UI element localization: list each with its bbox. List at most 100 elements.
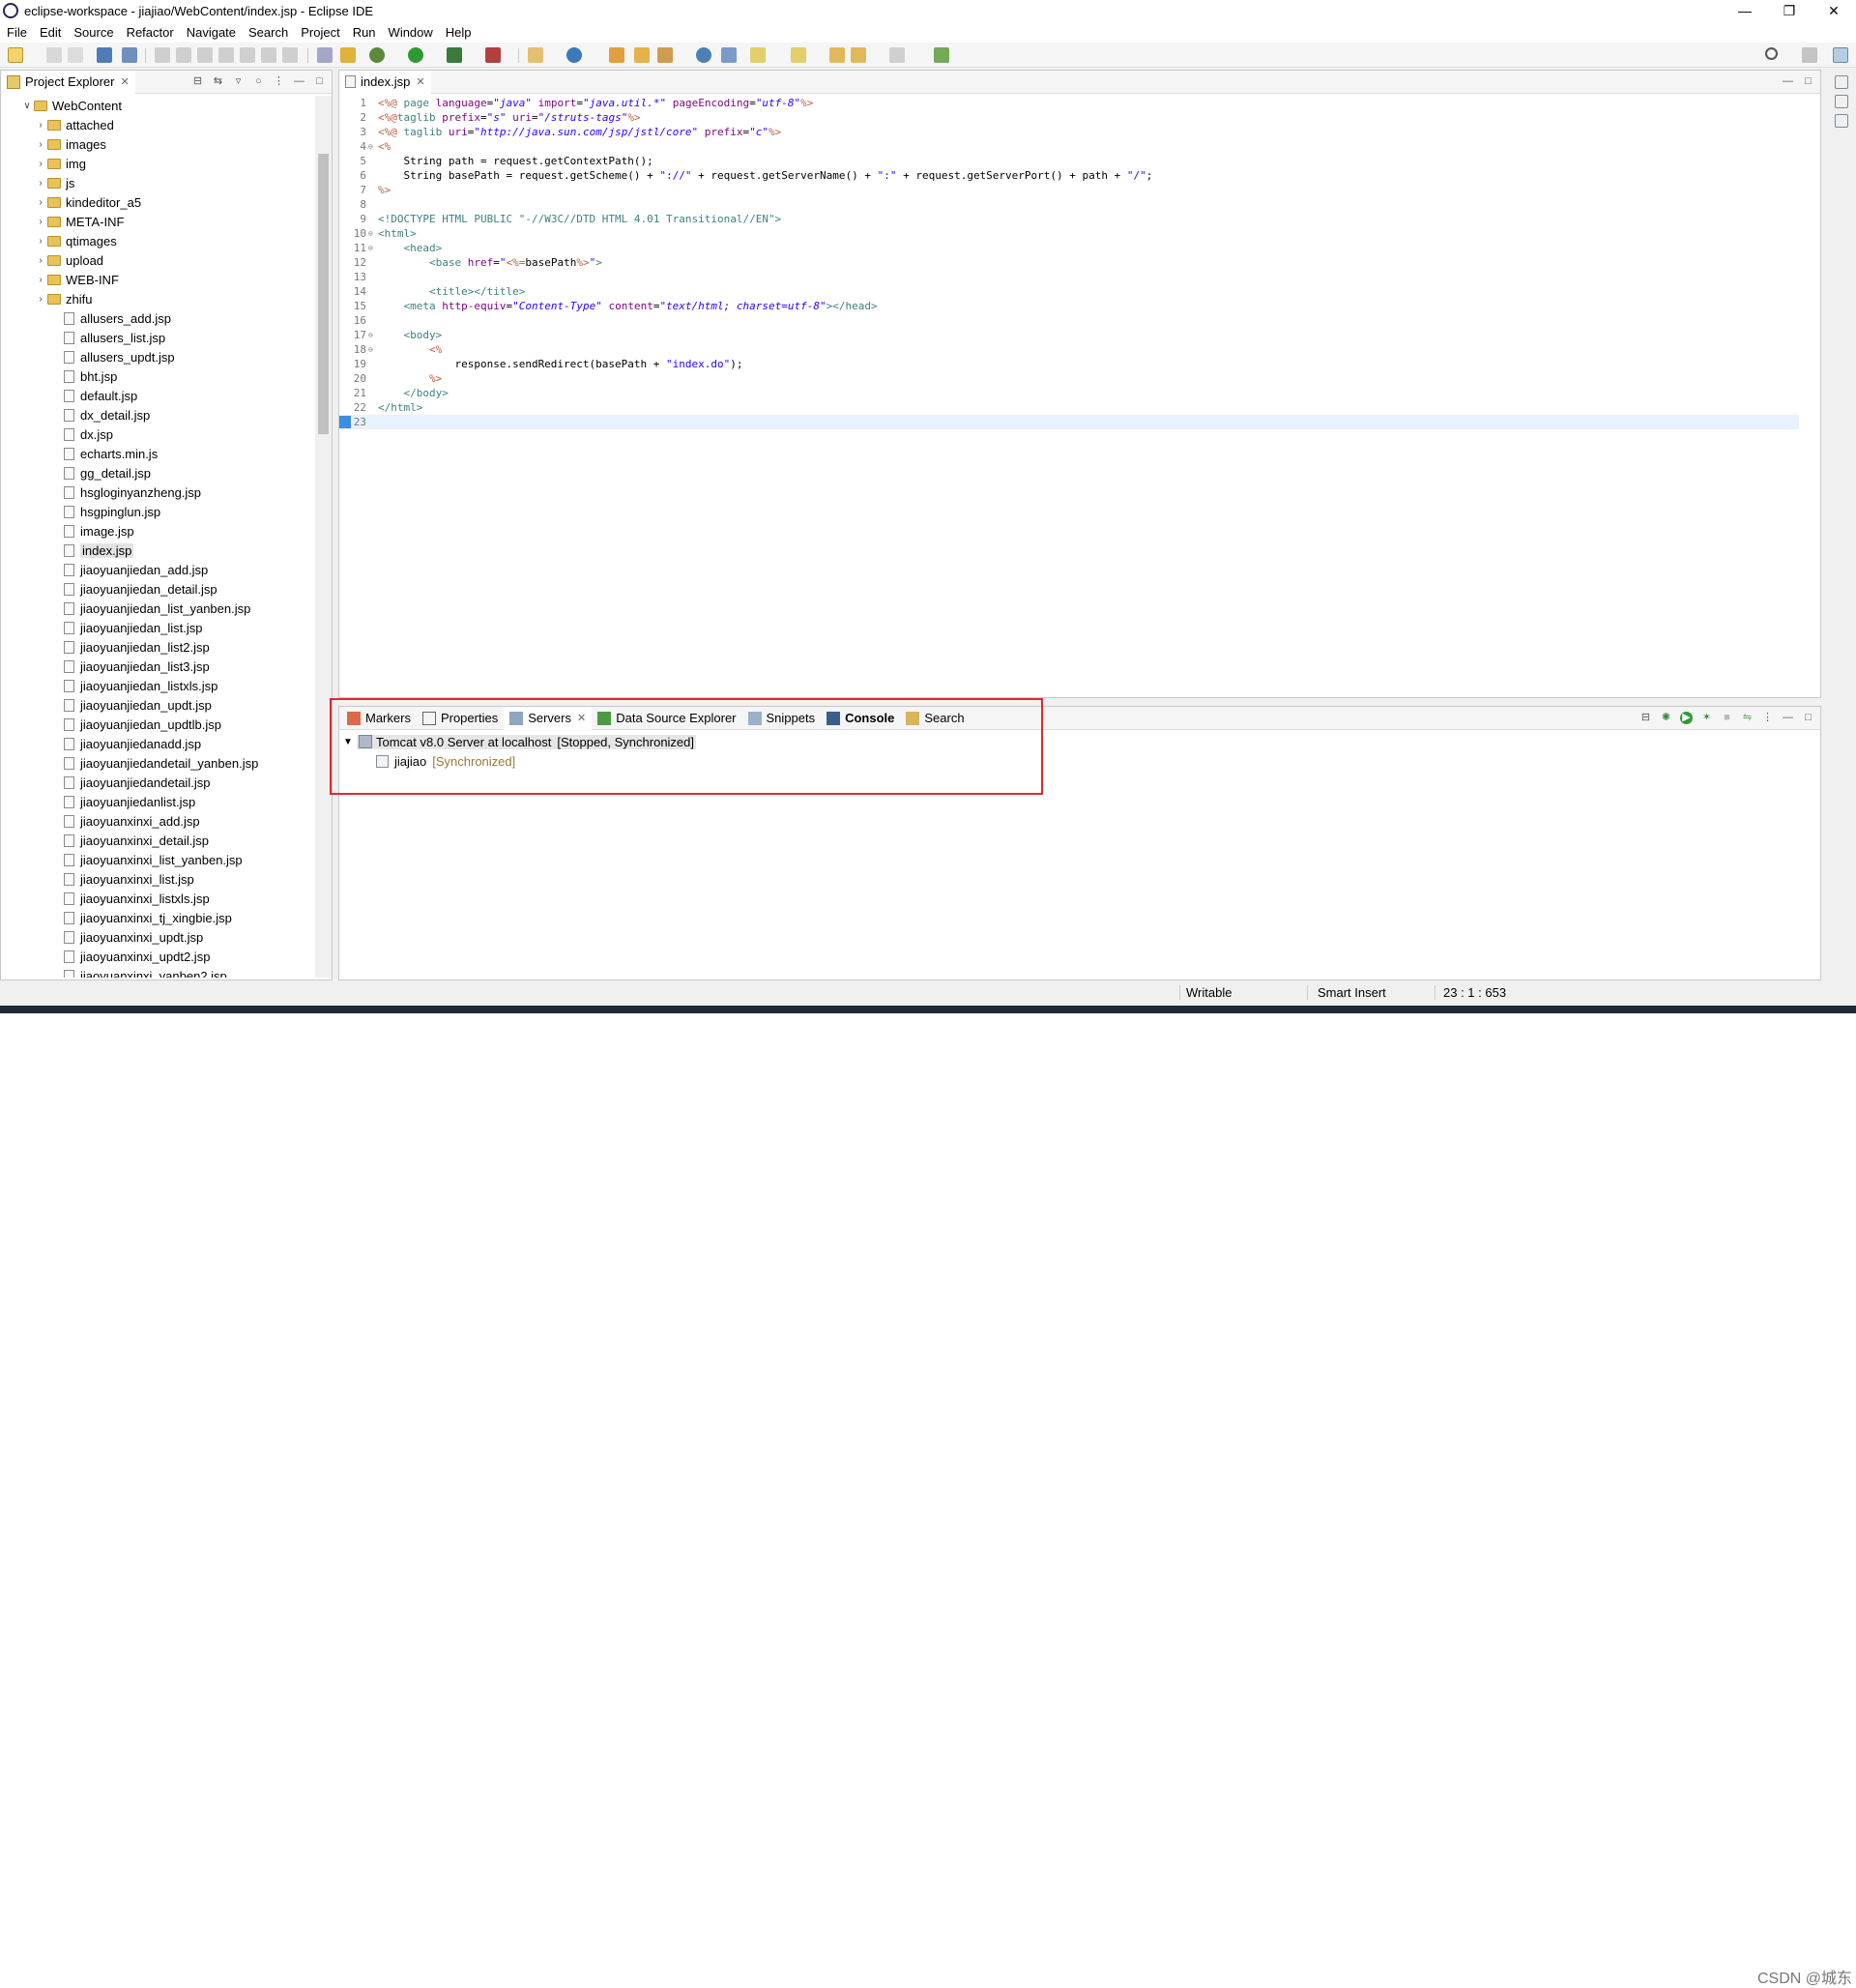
web-browser-icon[interactable] xyxy=(696,47,711,63)
tree-file[interactable]: jiaoyuanxinxi_listxls.jsp xyxy=(1,889,316,908)
tree-file[interactable]: jiaoyuanjiedan_list.jsp xyxy=(1,618,316,637)
open-folder-icon[interactable] xyxy=(634,47,650,63)
new-class-icon[interactable] xyxy=(566,47,582,63)
chevron-right-icon[interactable]: › xyxy=(34,120,47,131)
tree-file[interactable]: jiaoyuanjiedan_detail.jsp xyxy=(1,579,316,599)
tree-scroll-thumb[interactable] xyxy=(318,154,329,434)
restore-icon[interactable] xyxy=(1835,114,1848,128)
tree-file[interactable]: hsgloginyanzheng.jsp xyxy=(1,482,316,502)
save-all-icon[interactable] xyxy=(68,47,83,63)
chevron-right-icon[interactable]: › xyxy=(34,159,47,169)
chevron-right-icon[interactable]: › xyxy=(34,236,47,247)
code-area[interactable]: 1 <%@ page language="java" import="java.u… xyxy=(339,96,1799,676)
menu-edit[interactable]: Edit xyxy=(40,25,61,40)
tree-file[interactable]: index.jsp xyxy=(1,541,316,560)
tree-file[interactable]: gg_detail.jsp xyxy=(1,463,316,482)
pin-editor-icon[interactable] xyxy=(934,47,949,63)
terminate-icon[interactable] xyxy=(218,47,234,63)
maximize-icon[interactable]: □ xyxy=(313,75,326,88)
save-icon[interactable] xyxy=(46,47,62,63)
step-over-icon[interactable] xyxy=(261,47,276,63)
tree-file[interactable]: bht.jsp xyxy=(1,366,316,386)
chevron-right-icon[interactable]: › xyxy=(34,294,47,305)
next-annotation-icon[interactable] xyxy=(750,47,766,63)
menu-window[interactable]: Window xyxy=(389,25,433,40)
tree-file[interactable]: jiaoyuanxinxi_yanben2.jsp xyxy=(1,966,316,978)
coverage-icon[interactable] xyxy=(447,47,462,63)
suspend-icon[interactable] xyxy=(197,47,213,63)
tree-file[interactable]: jiaoyuanjiedan_list3.jsp xyxy=(1,657,316,676)
step-into-icon[interactable] xyxy=(240,47,255,63)
tree-file[interactable]: allusers_updt.jsp xyxy=(1,347,316,366)
tree-file[interactable]: jiaoyuanxinxi_tj_xingbie.jsp xyxy=(1,908,316,927)
tree-file[interactable]: jiaoyuanxinxi_list_yanben.jsp xyxy=(1,850,316,869)
debug-icon[interactable] xyxy=(369,47,385,63)
open-perspective-icon[interactable] xyxy=(1802,47,1817,63)
tree-file[interactable]: allusers_add.jsp xyxy=(1,308,316,328)
tree-folder[interactable]: › kindeditor_a5 xyxy=(1,192,316,212)
task-list-icon[interactable] xyxy=(1835,95,1848,108)
tree-folder[interactable]: › zhifu xyxy=(1,289,316,308)
link-with-editor-icon[interactable]: ⇆ xyxy=(212,75,224,88)
tree-file[interactable]: jiaoyuanjiedan_updt.jsp xyxy=(1,695,316,715)
tree-file[interactable]: jiaoyuanjiedanadd.jsp xyxy=(1,734,316,753)
minimize-icon[interactable]: — xyxy=(1782,712,1794,724)
search-toolbar-icon[interactable] xyxy=(721,47,737,63)
tab-index-jsp[interactable]: index.jsp ✕ xyxy=(339,70,431,94)
editor-horizontal-scrollbar[interactable] xyxy=(374,682,1805,695)
tree-file[interactable]: jiaoyuanjiedandetail.jsp xyxy=(1,773,316,792)
open-task-icon[interactable] xyxy=(609,47,624,63)
debug-server-icon[interactable]: ✺ xyxy=(1660,712,1672,724)
menu-help[interactable]: Help xyxy=(446,25,472,40)
editor-vertical-scrollbar[interactable] xyxy=(1804,96,1820,676)
tree-file[interactable]: jiaoyuanjiedan_updtlb.jsp xyxy=(1,715,316,734)
chevron-down-icon[interactable]: ∨ xyxy=(20,101,34,111)
new-icon[interactable] xyxy=(8,47,23,63)
tree-file[interactable]: allusers_list.jsp xyxy=(1,328,316,347)
outline-icon[interactable] xyxy=(1835,75,1848,89)
chevron-right-icon[interactable]: › xyxy=(34,255,47,266)
tree-folder[interactable]: › qtimages xyxy=(1,231,316,250)
chevron-right-icon[interactable]: › xyxy=(34,139,47,150)
close-icon[interactable]: ✕ xyxy=(1812,0,1856,21)
tree-file[interactable]: jiaoyuanjiedanlist.jsp xyxy=(1,792,316,811)
chevron-right-icon[interactable]: › xyxy=(34,197,47,208)
run-icon[interactable] xyxy=(408,47,423,63)
filter-icon[interactable]: ▿ xyxy=(232,75,245,88)
maximize-icon[interactable]: □ xyxy=(1802,75,1814,88)
tree-file[interactable]: dx.jsp xyxy=(1,424,316,444)
tree-file[interactable]: jiaoyuanjiedan_list2.jsp xyxy=(1,637,316,657)
tree-folder[interactable]: › js xyxy=(1,173,316,192)
close-icon[interactable]: ✕ xyxy=(416,75,424,88)
collapse-all-icon[interactable]: ⊟ xyxy=(191,75,204,88)
resume-icon[interactable] xyxy=(176,47,191,63)
open-type-icon[interactable] xyxy=(97,47,112,63)
tree-file[interactable]: jiaoyuanjiedan_list_yanben.jsp xyxy=(1,599,316,618)
focus-icon[interactable]: ○ xyxy=(252,75,265,88)
java-ee-perspective-icon[interactable] xyxy=(1833,47,1848,63)
forward-icon[interactable] xyxy=(889,47,905,63)
stop-server-icon[interactable]: ■ xyxy=(1721,712,1733,724)
tree-file[interactable]: dx_detail.jsp xyxy=(1,405,316,424)
new-java-project-icon[interactable] xyxy=(528,47,543,63)
tree-file[interactable]: jiaoyuanxinxi_add.jsp xyxy=(1,811,316,831)
chevron-right-icon[interactable]: › xyxy=(34,275,47,285)
publish-icon[interactable]: ⇋ xyxy=(1741,712,1754,724)
tree-folder[interactable]: › img xyxy=(1,154,316,173)
tree-file[interactable]: jiaoyuanxinxi_list.jsp xyxy=(1,869,316,889)
tree-folder[interactable]: › META-INF xyxy=(1,212,316,231)
tree-scrollbar[interactable] xyxy=(315,96,332,978)
search-files-icon[interactable] xyxy=(122,47,137,63)
minimize-icon[interactable]: — xyxy=(1782,75,1794,88)
external-tools-icon[interactable] xyxy=(485,47,501,63)
menu-project[interactable]: Project xyxy=(301,25,339,40)
rocket-icon[interactable] xyxy=(657,47,673,63)
tree-file[interactable]: image.jsp xyxy=(1,521,316,541)
view-menu-icon[interactable]: ⋮ xyxy=(1761,712,1774,724)
tree-folder[interactable]: › WEB-INF xyxy=(1,270,316,289)
search-icon[interactable] xyxy=(1765,47,1778,60)
tab-project-explorer[interactable]: Project Explorer ✕ xyxy=(1,70,135,94)
tree-file[interactable]: jiaoyuanjiedan_add.jsp xyxy=(1,560,316,579)
step-return-icon[interactable] xyxy=(282,47,298,63)
restore-icon[interactable]: ❐ xyxy=(1767,0,1812,21)
